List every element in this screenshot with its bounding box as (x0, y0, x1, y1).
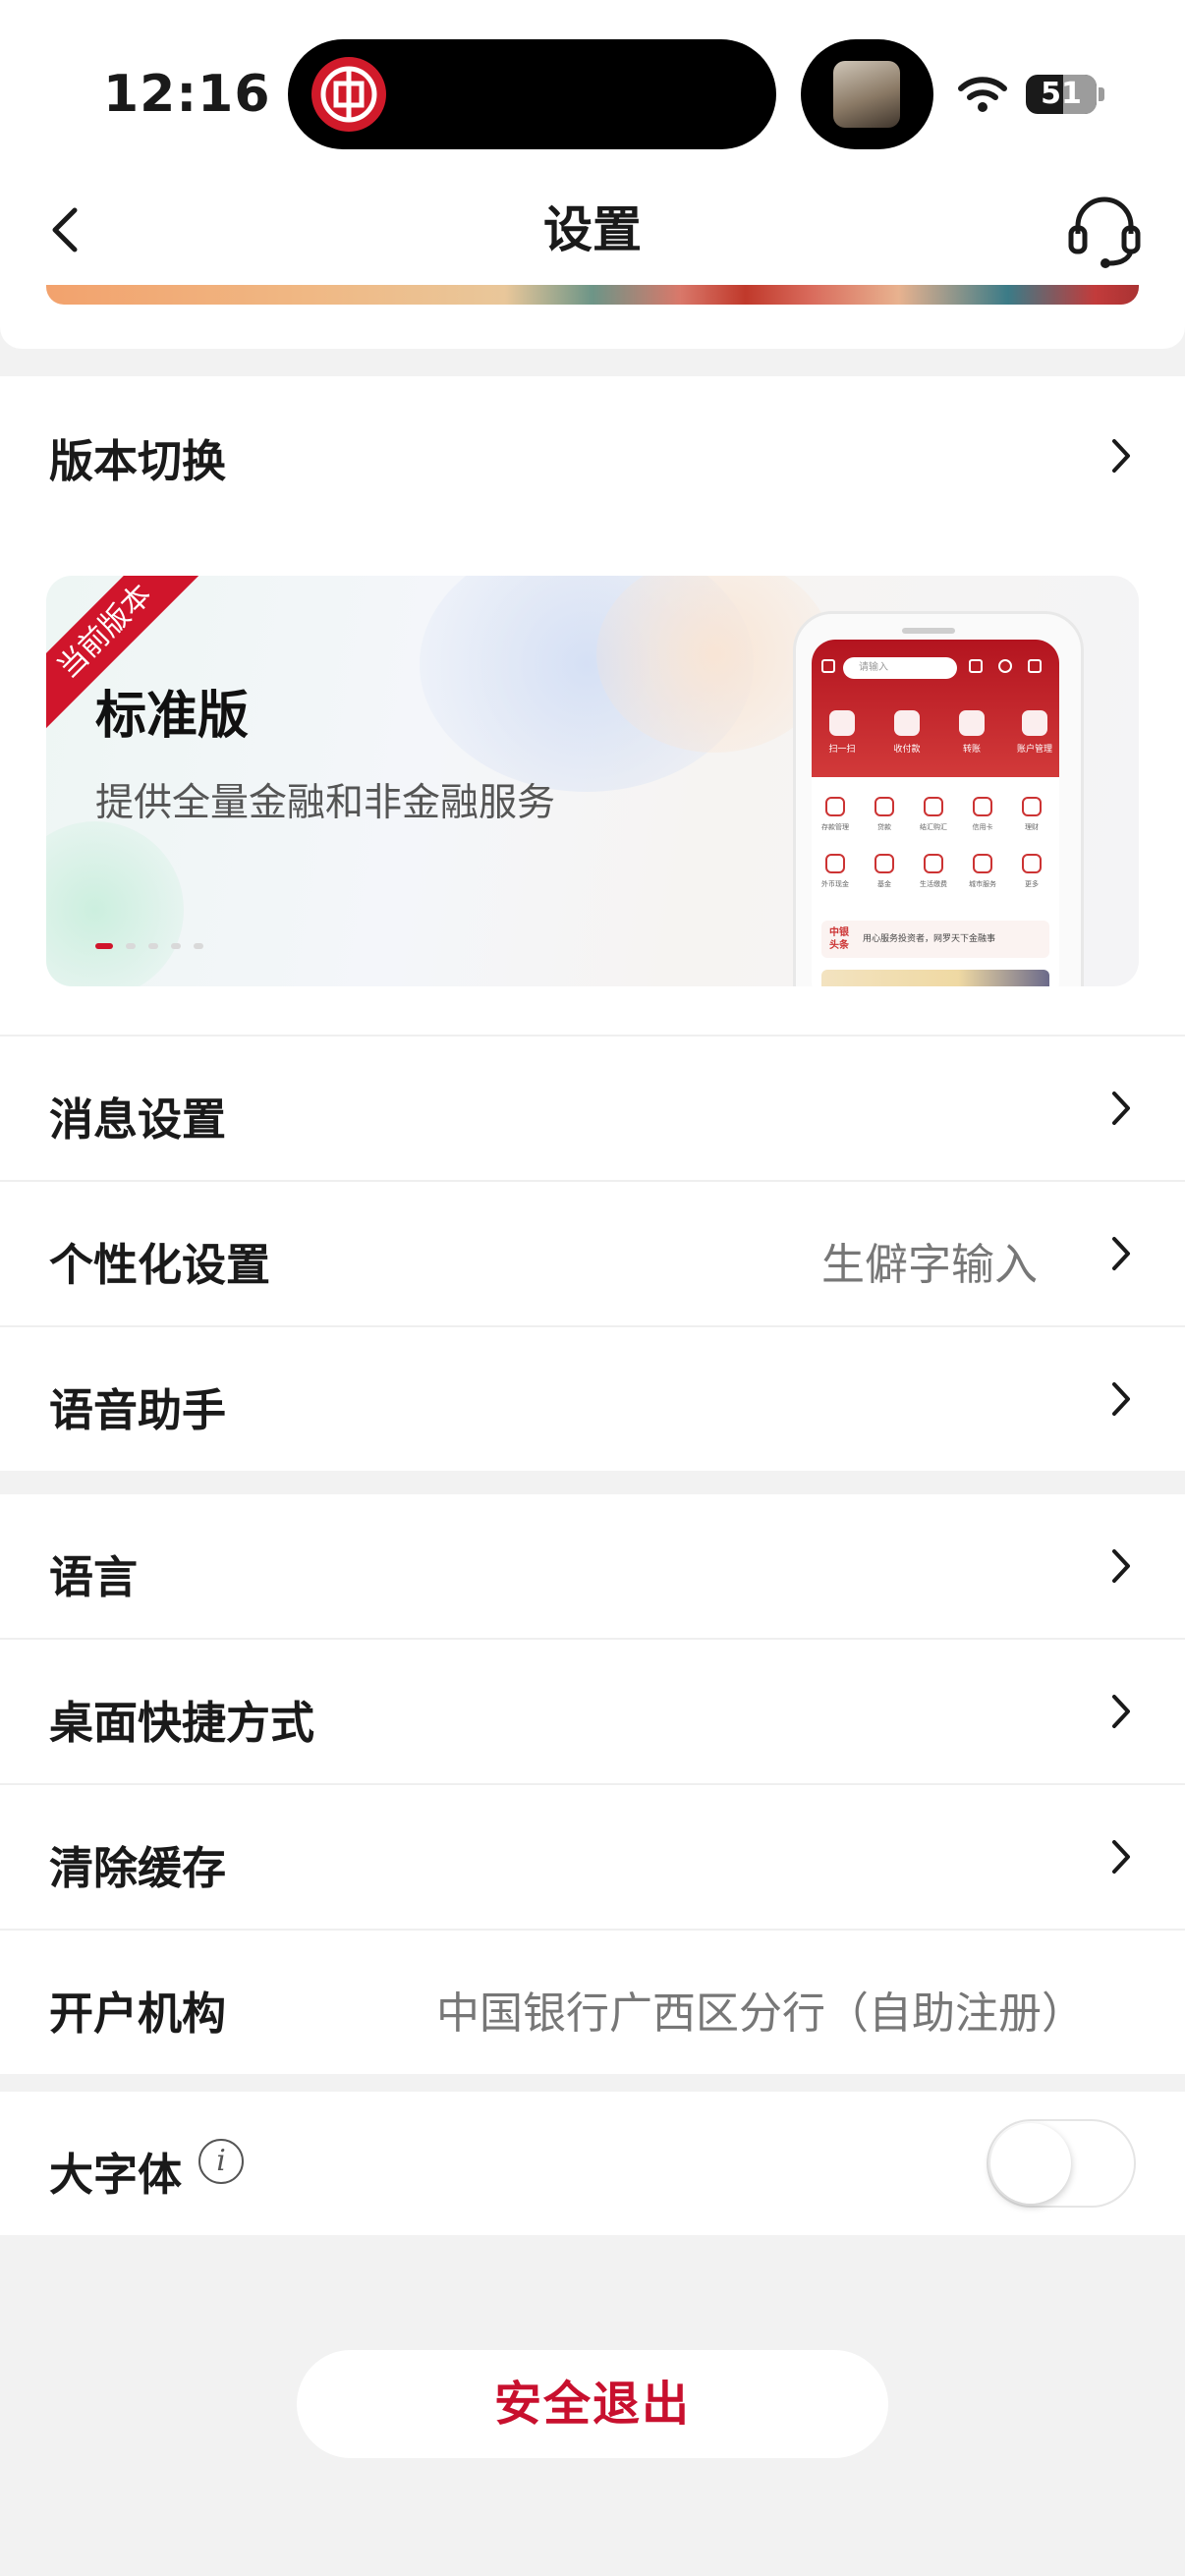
mockup-grid-label: 存款管理 (821, 823, 849, 831)
mockup-action: 扫一扫 (828, 745, 856, 755)
transfer-icon (959, 710, 985, 736)
service-icon (998, 659, 1012, 673)
status-bar: 12:16 51 (0, 0, 1185, 177)
mockup-search: 请输入 (843, 657, 957, 679)
row-value: 生僻字输入 (821, 1240, 1038, 1290)
logout-button[interactable]: 安全退出 (297, 2350, 888, 2458)
mockup-grid-label: 城市服务 (969, 880, 996, 888)
mockup-grid-label: 贷款 (877, 823, 891, 831)
voice-assistant-row[interactable]: 语音助手 (0, 1327, 1185, 1471)
now-playing-pill[interactable] (801, 39, 933, 149)
banner-card[interactable] (0, 285, 1185, 349)
row-label: 语音助手 (49, 1384, 227, 1436)
chevron-right-icon (1112, 1092, 1130, 1125)
chevron-right-icon[interactable] (1106, 433, 1136, 478)
desktop-shortcut-row[interactable]: 桌面快捷方式 (0, 1640, 1185, 1783)
row-label: 桌面快捷方式 (49, 1697, 315, 1749)
language-row[interactable]: 语言 (0, 1494, 1185, 1638)
row-label: 清除缓存 (49, 1842, 227, 1894)
message-icon (1028, 659, 1042, 673)
customer-service-icon[interactable] (1066, 191, 1143, 269)
mockup-grid-label: 生活缴费 (920, 880, 947, 888)
dynamic-island[interactable] (288, 39, 776, 149)
account-branch-value: 中国银行广西区分行（自助注册） (436, 1988, 1085, 2039)
chevron-right-icon (1112, 1549, 1130, 1583)
row-label: 语言 (49, 1551, 139, 1603)
account-branch-row: 开户机构 中国银行广西区分行（自助注册） (0, 1931, 1185, 2074)
chevron-right-icon (1112, 1237, 1130, 1270)
edition-card[interactable]: 当前版本 标准版 提供全量金融和非金融服务 请输入 扫一扫 收付款 转账 账户管… (46, 576, 1139, 986)
row-label: 消息设置 (49, 1093, 227, 1146)
large-font-toggle[interactable] (987, 2119, 1136, 2208)
mockup-grid-label: 基金 (877, 880, 891, 888)
banner-image (46, 285, 1139, 305)
toggle-knob (990, 2123, 1071, 2204)
mockup-grid-label: 结汇购汇 (920, 823, 947, 831)
mockup-grid-label: 理财 (1025, 823, 1039, 831)
bank-logo-icon (311, 57, 386, 132)
chevron-right-icon (1112, 1695, 1130, 1728)
account-icon (1022, 710, 1047, 736)
info-icon[interactable]: i (198, 2139, 244, 2184)
battery-icon: 51 (1026, 75, 1097, 114)
large-font-row: 大字体 i (0, 2092, 1185, 2235)
personalization-row[interactable]: 个性化设置 生僻字输入 (0, 1182, 1185, 1325)
edition-description: 提供全量金融和非金融服务 (95, 781, 556, 825)
mockup-grid-label: 信用卡 (972, 823, 993, 831)
mockup-news: 中银头条 用心服务投资者，网罗天下金融事 (821, 921, 1049, 958)
wifi-icon (958, 77, 1007, 112)
mockup-grid-label: 外币现金 (821, 880, 849, 888)
mockup-action: 账户管理 (1016, 745, 1052, 755)
mockup-action: 收付款 (893, 745, 921, 755)
pay-icon (894, 710, 920, 736)
row-label: 开户机构 (49, 1988, 227, 2040)
battery-level: 51 (1041, 77, 1082, 111)
version-switch-label: 版本切换 (49, 435, 227, 487)
large-font-label: 大字体 (49, 2149, 183, 2201)
status-time: 12:16 (103, 65, 271, 124)
switch-icon (969, 659, 983, 673)
album-art (833, 61, 900, 128)
mockup-banner (821, 970, 1049, 986)
mockup-news-tag: 中银头条 (829, 927, 849, 951)
carousel-indicator (95, 935, 216, 954)
version-section: 版本切换 当前版本 标准版 提供全量金融和非金融服务 请输入 扫一扫 收付款 转… (0, 376, 1185, 1035)
clear-cache-row[interactable]: 清除缓存 (0, 1785, 1185, 1929)
chevron-right-icon (1112, 1840, 1130, 1874)
scan-icon (829, 710, 855, 736)
chevron-right-icon (1112, 1382, 1130, 1416)
mockup-action: 转账 (962, 745, 981, 755)
mockup-grid-label: 更多 (1025, 880, 1039, 888)
exit-icon (821, 659, 835, 673)
nav-bar: 设置 (0, 177, 1185, 285)
phone-mockup: 请输入 扫一扫 收付款 转账 账户管理 存款管理 贷款 结汇购汇 信用卡 理财 … (793, 611, 1084, 986)
message-settings-row[interactable]: 消息设置 (0, 1036, 1185, 1180)
row-label: 个性化设置 (49, 1239, 271, 1291)
page-title: 设置 (543, 201, 642, 258)
mockup-news-text: 用心服务投资者，网罗天下金融事 (863, 934, 996, 944)
edition-title: 标准版 (95, 687, 250, 746)
